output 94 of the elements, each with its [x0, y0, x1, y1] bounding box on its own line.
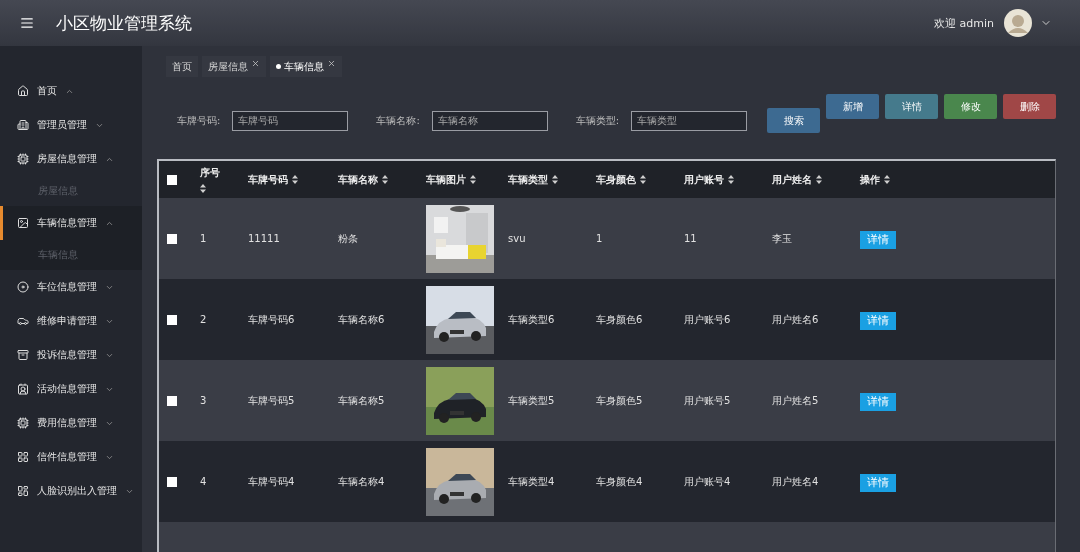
tab[interactable]: 首页	[166, 56, 198, 77]
table-cell-text: 用户账号5	[684, 393, 732, 408]
tab[interactable]: 房屋信息	[202, 56, 266, 77]
column-header: 操作	[860, 172, 880, 187]
sort-icon[interactable]	[640, 175, 646, 184]
archive-icon	[17, 349, 29, 361]
table-cell-text: 车辆类型6	[508, 312, 556, 327]
sort-icon[interactable]	[200, 184, 206, 193]
table-cell-text: 1	[200, 233, 208, 244]
id-card-icon	[17, 383, 29, 395]
column-header: 用户姓名	[772, 172, 812, 187]
sidebar-item[interactable]: 活动信息管理	[0, 372, 142, 406]
table-cell-text: 11	[684, 233, 698, 244]
sort-icon[interactable]	[884, 175, 890, 184]
car-icon	[17, 315, 29, 327]
sidebar-item[interactable]: 房屋信息管理	[0, 142, 142, 176]
search-field[interactable]: 车辆类型	[631, 110, 748, 131]
menu-icon[interactable]	[20, 16, 34, 30]
checkbox[interactable]	[167, 477, 177, 487]
checkbox[interactable]	[167, 175, 177, 185]
avatar-icon[interactable]	[1004, 9, 1032, 37]
table-cell-text: 车身颜色6	[596, 312, 644, 327]
sidebar-item[interactable]: 车辆信息管理	[0, 206, 142, 240]
sidebar-item[interactable]: 车位信息管理	[0, 270, 142, 304]
close-icon[interactable]	[251, 59, 260, 68]
sort-icon[interactable]	[292, 175, 298, 184]
chip-icon	[17, 153, 29, 165]
sort-icon[interactable]	[552, 175, 558, 184]
search-field[interactable]: 车牌号码	[232, 110, 349, 131]
action-button[interactable]: 修改	[944, 94, 997, 119]
table-cell-text: 用户姓名5	[772, 393, 820, 408]
checkbox[interactable]	[167, 315, 177, 325]
field-label: 车辆名称:	[376, 113, 420, 128]
sidebar-item[interactable]: 首页	[0, 74, 142, 108]
table-cell-text: 车辆名称6	[338, 312, 386, 327]
sidebar-item[interactable]: 维修申请管理	[0, 304, 142, 338]
column-header: 用户账号	[684, 172, 724, 187]
building-icon	[17, 119, 29, 131]
image-icon	[17, 217, 29, 229]
column-header: 车辆名称	[338, 172, 378, 187]
welcome-text: 欢迎 admin	[934, 15, 994, 31]
active-dot-icon	[276, 64, 281, 69]
table-cell-text: 粉条	[338, 231, 359, 246]
table-cell-text: 用户账号6	[684, 312, 732, 327]
column-header: 车辆图片	[426, 172, 466, 187]
disc-icon	[17, 281, 29, 293]
home-icon	[17, 85, 29, 97]
table-cell-text: 用户账号4	[684, 474, 732, 489]
sort-icon[interactable]	[470, 175, 476, 184]
column-header: 车牌号码	[248, 172, 288, 187]
table-cell-text: 车牌号码6	[248, 312, 296, 327]
sidebar-item[interactable]: 人脸识别出入管理	[0, 474, 142, 508]
grid-icon	[17, 451, 29, 463]
table-cell-text: 11111	[248, 233, 281, 244]
tab[interactable]: 车辆信息	[270, 56, 342, 77]
table-cell-text: 1	[596, 233, 604, 244]
chip-icon	[17, 417, 29, 429]
sort-icon[interactable]	[728, 175, 734, 184]
table-cell-text: svu	[508, 233, 527, 244]
sort-icon[interactable]	[382, 175, 388, 184]
sort-icon[interactable]	[816, 175, 822, 184]
table-cell-text: 2	[200, 314, 208, 325]
checkbox[interactable]	[167, 234, 177, 244]
table-cell-text: 车牌号码5	[248, 393, 296, 408]
table-cell-text: 车牌号码4	[248, 474, 296, 489]
table-cell-text: 车辆名称4	[338, 474, 386, 489]
table-cell-text: 3	[200, 395, 208, 406]
column-header: 车身颜色	[596, 172, 636, 187]
action-button[interactable]: 新增	[826, 94, 879, 119]
column-header: 车辆类型	[508, 172, 548, 187]
field-label: 车牌号码:	[177, 113, 221, 128]
table-cell-text: 车辆类型4	[508, 474, 556, 489]
search-field[interactable]: 车辆名称	[431, 110, 548, 131]
table-cell-text: 车身颜色5	[596, 393, 644, 408]
sidebar-item[interactable]: 投诉信息管理	[0, 338, 142, 372]
table-cell-text: 用户姓名4	[772, 474, 820, 489]
table-cell-text: 车身颜色4	[596, 474, 644, 489]
sidebar-item[interactable]: 费用信息管理	[0, 406, 142, 440]
table-cell-text: 4	[200, 476, 208, 487]
sidebar-item[interactable]: 管理员管理	[0, 108, 142, 142]
dashboard-icon	[17, 485, 29, 497]
app-title: 小区物业管理系统	[56, 11, 192, 35]
column-header: 序号	[200, 166, 220, 180]
table-cell-text: 车辆类型5	[508, 393, 556, 408]
table-cell-text: 李玉	[772, 231, 793, 246]
sidebar-item[interactable]: 信件信息管理	[0, 440, 142, 474]
field-label: 车辆类型:	[575, 113, 620, 128]
close-icon[interactable]	[327, 59, 336, 68]
action-button[interactable]: 详情	[885, 94, 938, 119]
checkbox[interactable]	[167, 396, 177, 406]
table-cell-text: 车辆名称5	[338, 393, 386, 408]
table-cell-text: 用户姓名6	[772, 312, 820, 327]
action-button[interactable]: 删除	[1003, 94, 1056, 119]
search-button[interactable]: 搜索	[767, 108, 821, 133]
